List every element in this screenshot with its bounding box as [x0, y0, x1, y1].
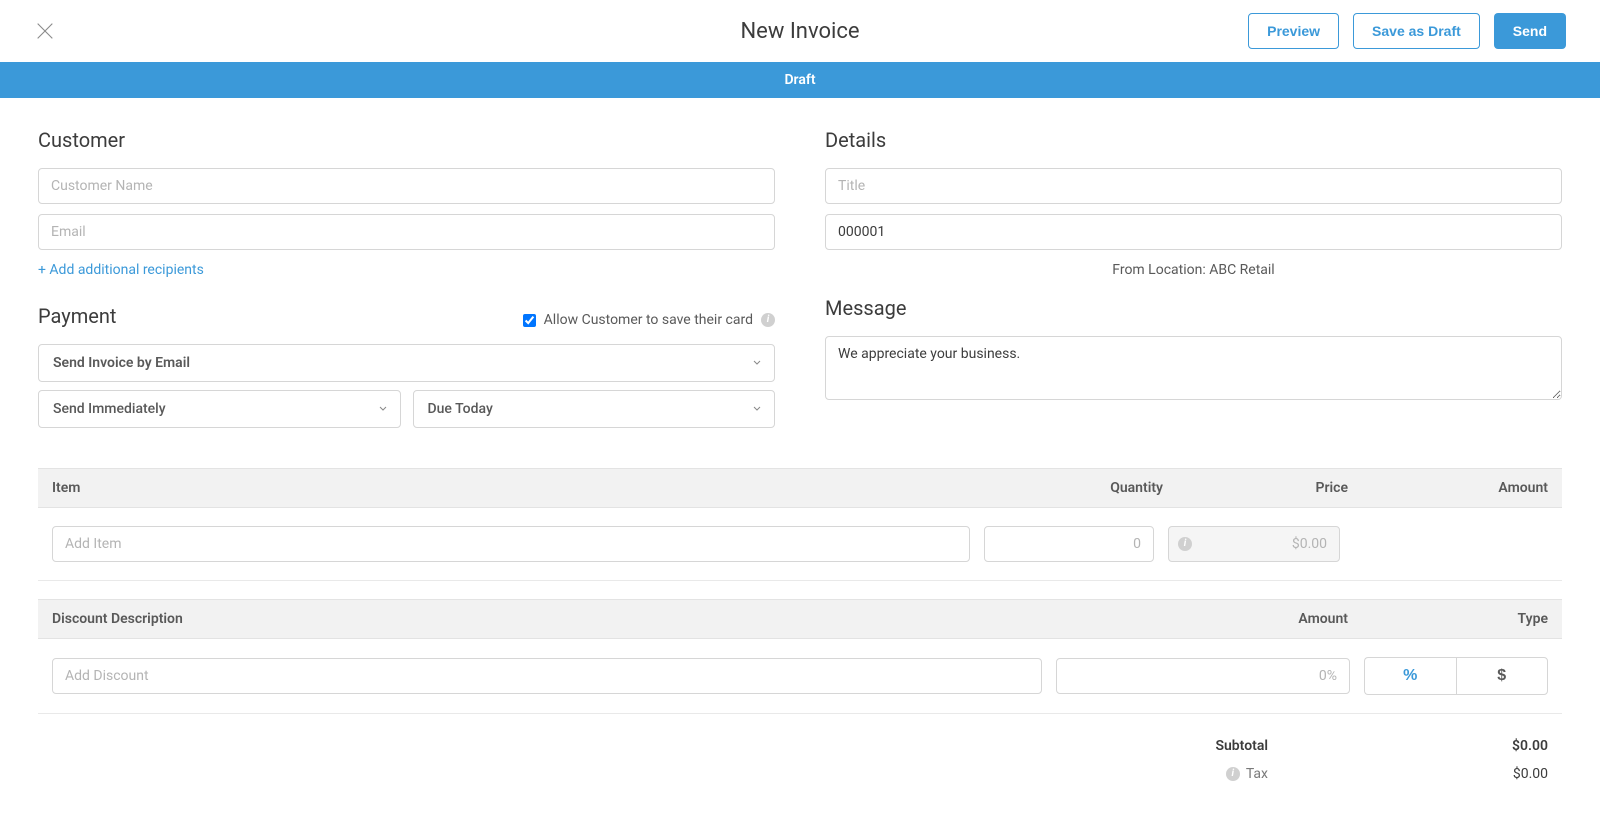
col-qty: Quantity: [983, 480, 1163, 496]
due-date-select[interactable]: Due Today: [413, 390, 776, 428]
allow-save-card-label: Allow Customer to save their card: [544, 312, 753, 328]
add-recipients-link[interactable]: + Add additional recipients: [38, 262, 204, 278]
close-icon[interactable]: [34, 20, 56, 42]
col-price: Price: [1163, 480, 1348, 496]
subtotal-row: Subtotal $0.00: [52, 732, 1548, 760]
items-header-row: Item Quantity Price Amount: [38, 468, 1562, 508]
payment-heading: Payment: [38, 304, 116, 328]
col-discount-type: Type: [1348, 611, 1548, 627]
tax-row: i Tax $0.00: [52, 760, 1548, 788]
discount-amount-input[interactable]: [1056, 658, 1350, 694]
status-banner: Draft: [0, 62, 1600, 98]
from-location-label: From Location: ABC Retail: [825, 262, 1562, 278]
payment-method-select[interactable]: Send Invoice by Email: [38, 344, 775, 382]
message-heading: Message: [825, 296, 1562, 320]
col-amount: Amount: [1348, 480, 1548, 496]
send-time-select[interactable]: Send Immediately: [38, 390, 401, 428]
allow-save-card-row[interactable]: Allow Customer to save their card i: [523, 312, 775, 328]
col-discount-desc: Discount Description: [52, 611, 1028, 627]
add-discount-input[interactable]: [52, 658, 1042, 694]
send-button[interactable]: Send: [1494, 13, 1566, 49]
add-item-input[interactable]: [52, 526, 970, 562]
save-draft-button[interactable]: Save as Draft: [1353, 13, 1480, 49]
subtotal-label: Subtotal: [1068, 738, 1268, 754]
col-discount-amount: Amount: [1028, 611, 1348, 627]
details-heading: Details: [825, 128, 1562, 152]
item-row: i: [38, 508, 1562, 581]
info-icon: i: [1178, 537, 1192, 551]
discount-header-row: Discount Description Amount Type: [38, 599, 1562, 639]
customer-name-input[interactable]: [38, 168, 775, 204]
preview-button[interactable]: Preview: [1248, 13, 1339, 49]
subtotal-value: $0.00: [1268, 738, 1548, 754]
item-qty-input[interactable]: [984, 526, 1154, 562]
allow-save-card-checkbox[interactable]: [523, 314, 536, 327]
message-textarea[interactable]: [825, 336, 1562, 400]
info-icon: i: [1226, 767, 1240, 781]
discount-type-percent[interactable]: %: [1364, 657, 1456, 695]
discount-type-toggle[interactable]: % $: [1364, 657, 1548, 695]
customer-heading: Customer: [38, 128, 775, 152]
discount-type-dollar[interactable]: $: [1456, 657, 1549, 695]
tax-label: i Tax: [1068, 766, 1268, 782]
invoice-number-input[interactable]: [825, 214, 1562, 250]
customer-email-input[interactable]: [38, 214, 775, 250]
invoice-title-input[interactable]: [825, 168, 1562, 204]
tax-value: $0.00: [1268, 766, 1548, 782]
info-icon: i: [761, 313, 775, 327]
page-title: New Invoice: [740, 19, 859, 44]
col-item: Item: [52, 480, 983, 496]
discount-row: % $: [38, 639, 1562, 714]
item-price-input: [1168, 526, 1340, 562]
